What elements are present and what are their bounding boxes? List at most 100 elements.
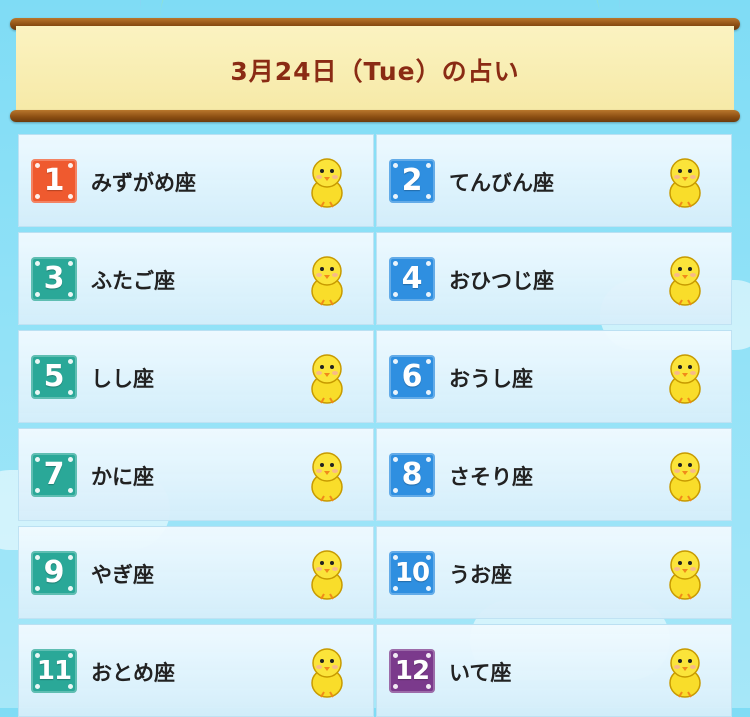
pisces-chick-icon [669, 550, 701, 600]
zodiac-sign-label: おとめ座 [91, 661, 175, 685]
zodiac-sign-label: おひつじ座 [449, 269, 554, 293]
rank-number: 5 [43, 359, 65, 394]
zodiac-sign-label: おうし座 [449, 367, 533, 391]
badge-rivet [393, 390, 398, 395]
ranking-item[interactable]: 6 おうし座 [376, 330, 732, 423]
badge-rivet [426, 194, 431, 199]
badge-rivet [426, 163, 431, 168]
ranking-item[interactable]: 7 かに座 [18, 428, 374, 521]
rank-badge: 1 [31, 159, 77, 203]
badge-rivet [393, 163, 398, 168]
badge-rivet [68, 586, 73, 591]
ranking-item[interactable]: 1 みずがめ座 [18, 134, 374, 227]
rank-number: 12 [394, 656, 430, 686]
ranking-item[interactable]: 3 ふたご座 [18, 232, 374, 325]
rank-badge: 8 [389, 453, 435, 497]
taurus-chick-icon [669, 354, 701, 404]
rank-badge: 9 [31, 551, 77, 595]
leo-chick-icon [311, 354, 343, 404]
sagittarius-chick-icon [669, 648, 701, 698]
rank-number: 9 [43, 555, 65, 590]
rank-number: 3 [43, 261, 65, 296]
zodiac-sign-label: かに座 [91, 465, 154, 489]
badge-rivet [426, 359, 431, 364]
banner-paper: 3月24日（Tue）の占い [16, 26, 734, 114]
badge-rivet [68, 390, 73, 395]
cancer-chick-icon [311, 452, 343, 502]
ranking-item[interactable]: 9 やぎ座 [18, 526, 374, 619]
badge-rivet [35, 359, 40, 364]
badge-rivet [426, 261, 431, 266]
banner-rod-bottom [10, 110, 740, 122]
zodiac-sign-label: ふたご座 [91, 269, 175, 293]
rank-badge: 6 [389, 355, 435, 399]
ranking-item[interactable]: 8 さそり座 [376, 428, 732, 521]
badge-rivet [35, 488, 40, 493]
badge-rivet [393, 261, 398, 266]
badge-rivet [393, 359, 398, 364]
badge-rivet [35, 555, 40, 560]
ranking-item[interactable]: 2 てんびん座 [376, 134, 732, 227]
badge-rivet [35, 390, 40, 395]
rank-badge: 12 [389, 649, 435, 693]
rank-number: 2 [401, 163, 423, 198]
badge-rivet [68, 194, 73, 199]
rank-badge: 2 [389, 159, 435, 203]
rank-badge: 11 [31, 649, 77, 693]
ranking-item[interactable]: 4 おひつじ座 [376, 232, 732, 325]
badge-rivet [68, 261, 73, 266]
zodiac-sign-label: みずがめ座 [91, 171, 196, 195]
ranking-item[interactable]: 12 いて座 [376, 624, 732, 717]
badge-rivet [68, 457, 73, 462]
gemini-chick-icon [311, 256, 343, 306]
ranking-item[interactable]: 10 うお座 [376, 526, 732, 619]
virgo-chick-icon [311, 648, 343, 698]
rank-badge: 4 [389, 257, 435, 301]
zodiac-sign-label: いて座 [449, 661, 512, 685]
zodiac-sign-label: てんびん座 [449, 171, 554, 195]
libra-chick-icon [669, 158, 701, 208]
horoscope-ranking-grid: 1 みずがめ座 2 てんびん座 3 ふたご座 4 おひつじ座 5 しし座 6 おうし座 7 かに座 8 さそり… [18, 134, 732, 717]
ranking-item[interactable]: 11 おとめ座 [18, 624, 374, 717]
page-title: 3月24日（Tue）の占い [230, 57, 520, 86]
rank-number: 8 [401, 457, 423, 492]
scorpio-chick-icon [669, 452, 701, 502]
badge-rivet [393, 488, 398, 493]
rank-number: 10 [394, 558, 430, 588]
badge-rivet [426, 457, 431, 462]
zodiac-sign-label: しし座 [91, 367, 154, 391]
ranking-item[interactable]: 5 しし座 [18, 330, 374, 423]
rank-number: 11 [36, 656, 72, 686]
title-banner: 3月24日（Tue）の占い [10, 18, 740, 122]
aries-chick-icon [669, 256, 701, 306]
zodiac-sign-label: やぎ座 [91, 563, 154, 587]
badge-rivet [35, 457, 40, 462]
badge-rivet [68, 488, 73, 493]
badge-rivet [426, 488, 431, 493]
badge-rivet [35, 163, 40, 168]
badge-rivet [35, 292, 40, 297]
rank-badge: 7 [31, 453, 77, 497]
zodiac-sign-label: さそり座 [449, 465, 533, 489]
badge-rivet [68, 163, 73, 168]
rank-number: 4 [401, 261, 423, 296]
rank-badge: 10 [389, 551, 435, 595]
badge-rivet [426, 292, 431, 297]
badge-rivet [68, 555, 73, 560]
rank-number: 6 [401, 359, 423, 394]
rank-badge: 3 [31, 257, 77, 301]
badge-rivet [393, 194, 398, 199]
badge-rivet [68, 359, 73, 364]
badge-rivet [393, 457, 398, 462]
badge-rivet [35, 194, 40, 199]
aquarius-chick-icon [311, 158, 343, 208]
rank-number: 7 [43, 457, 65, 492]
zodiac-sign-label: うお座 [449, 563, 512, 587]
rank-badge: 5 [31, 355, 77, 399]
badge-rivet [35, 261, 40, 266]
rank-number: 1 [43, 163, 65, 198]
badge-rivet [393, 292, 398, 297]
badge-rivet [35, 586, 40, 591]
badge-rivet [426, 390, 431, 395]
badge-rivet [68, 292, 73, 297]
